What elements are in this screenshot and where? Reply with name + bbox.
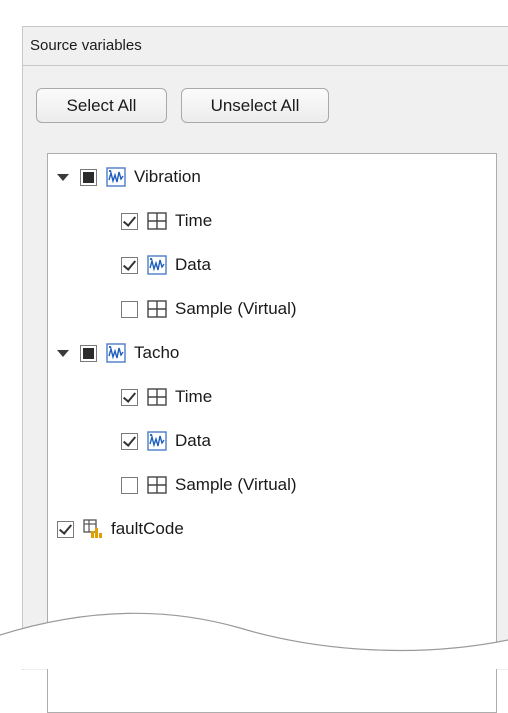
tree-label: Time xyxy=(175,211,213,230)
tree-label: Vibration xyxy=(134,167,201,186)
timetable-icon xyxy=(106,167,126,187)
checkbox-tacho[interactable] xyxy=(80,344,97,362)
checkbox-sample-virtual[interactable] xyxy=(121,476,138,494)
torn-edge-decoration xyxy=(0,612,508,669)
table-column-icon xyxy=(147,212,167,230)
tree-node-vibration[interactable]: Vibration xyxy=(57,164,201,190)
expand-arrow-icon[interactable] xyxy=(57,173,69,181)
source-variables-panel: Source variables Select All Unselect All… xyxy=(22,26,508,713)
checkbox-faultcode[interactable] xyxy=(57,520,74,538)
tree-node-data[interactable]: Data xyxy=(121,252,211,278)
tree-label: Data xyxy=(175,255,211,274)
timetable-icon xyxy=(147,431,167,451)
panel-divider xyxy=(23,65,508,66)
tree-node-sample-virtual[interactable]: Sample (Virtual) xyxy=(121,472,297,498)
unselect-all-button[interactable]: Unselect All xyxy=(181,88,329,123)
tree-node-tacho[interactable]: Tacho xyxy=(57,340,179,366)
tree-label: Sample (Virtual) xyxy=(175,299,297,318)
tree-node-time[interactable]: Time xyxy=(121,384,212,410)
expand-arrow-icon[interactable] xyxy=(57,349,69,357)
tree-node-sample-virtual[interactable]: Sample (Virtual) xyxy=(121,296,297,322)
checkbox-time[interactable] xyxy=(121,388,138,406)
tree-node-faultcode[interactable]: faultCode xyxy=(57,516,184,542)
tree-label: Data xyxy=(175,431,211,450)
checkbox-sample-virtual[interactable] xyxy=(121,300,138,318)
tree-label: Sample (Virtual) xyxy=(175,475,297,494)
table-column-icon xyxy=(147,388,167,406)
checkbox-data[interactable] xyxy=(121,432,138,450)
variable-table-icon xyxy=(83,519,102,538)
checkbox-time[interactable] xyxy=(121,212,138,230)
timetable-icon xyxy=(106,343,126,363)
tree-label: Time xyxy=(175,387,213,406)
tree-label: faultCode xyxy=(111,519,184,538)
select-all-button[interactable]: Select All xyxy=(36,88,167,123)
timetable-icon xyxy=(147,255,167,275)
tree-label: Tacho xyxy=(134,343,180,362)
checkbox-vibration[interactable] xyxy=(80,168,97,186)
tree-node-time[interactable]: Time xyxy=(121,208,212,234)
tree-node-data[interactable]: Data xyxy=(121,428,211,454)
panel-title: Source variables xyxy=(30,37,142,54)
table-column-icon xyxy=(147,476,167,494)
table-column-icon xyxy=(147,300,167,318)
checkbox-data[interactable] xyxy=(121,256,138,274)
